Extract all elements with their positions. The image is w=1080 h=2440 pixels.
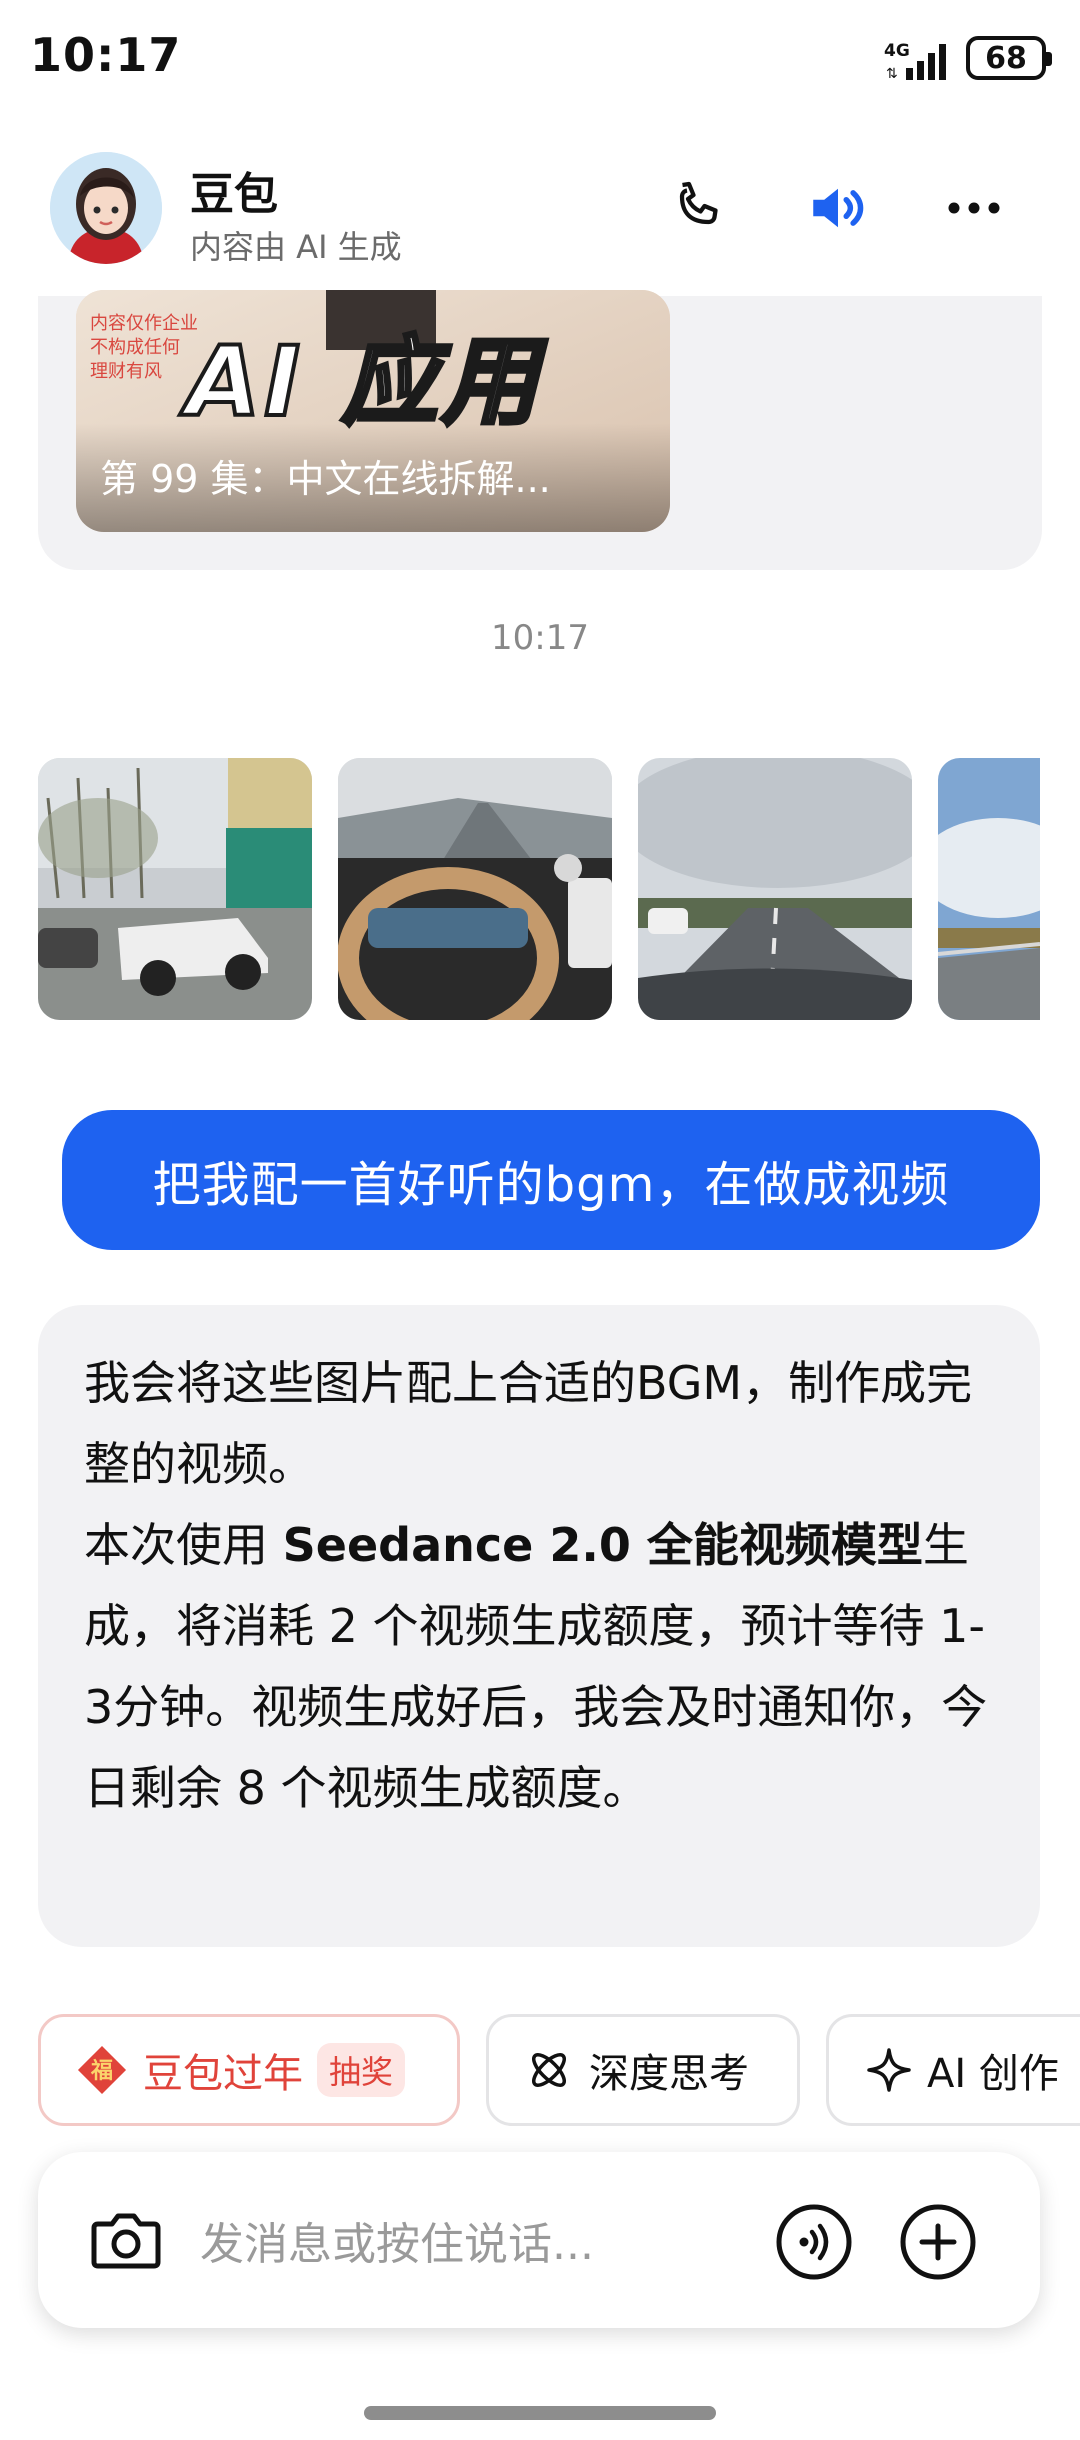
more-icon — [948, 202, 1000, 214]
chip-label: 豆包过年 — [143, 2051, 303, 2097]
plus-icon — [900, 2204, 976, 2280]
lottery-badge: 抽奖 — [317, 2043, 406, 2097]
phone-icon — [679, 181, 718, 225]
bot-message-prefix: 本次使用 — [84, 1518, 283, 1572]
battery-indicator: 68 — [966, 36, 1052, 80]
signal-icon: 4G ⇅ — [884, 38, 954, 82]
status-time: 10:17 — [30, 28, 182, 82]
atom-icon — [532, 2053, 566, 2087]
camera-button[interactable] — [86, 2200, 166, 2280]
video-disclaimer: 内容仅作企业 不构成任何 理财有风 — [90, 313, 198, 382]
chip-deep-thinking[interactable]: 深度思考 — [486, 2014, 800, 2126]
photo-thumbnail[interactable] — [338, 758, 612, 1020]
photo-car-interior — [338, 758, 612, 1020]
bot-message-bubble: 我会将这些图片配上合适的BGM，制作成完整的视频。 本次使用 Seedance … — [38, 1305, 1040, 1947]
video-caption: 第 99 集：中文在线拆解... — [100, 457, 551, 501]
phone-call-button[interactable] — [656, 168, 736, 248]
message-timestamp: 10:17 — [491, 618, 589, 658]
photo-parked-cars — [38, 758, 312, 1020]
user-message-bubble: 把我配一首好听的bgm，在做成视频 — [62, 1110, 1040, 1250]
photo-thumbnail[interactable] — [638, 758, 912, 1020]
chat-header — [0, 130, 1080, 290]
photo-thumbnail[interactable] — [938, 758, 1040, 1020]
add-attachment-button[interactable] — [898, 2202, 978, 2282]
photo-highway — [638, 758, 912, 1020]
chip-label: AI 创作 — [927, 2051, 1059, 2097]
camera-icon — [91, 2213, 161, 2269]
chip-label: 深度思考 — [589, 2051, 749, 2097]
bot-message-intro: 我会将这些图片配上合适的BGM，制作成完整的视频。 — [84, 1356, 973, 1491]
fu-icon: 福 — [77, 2045, 127, 2095]
chip-ai-create[interactable]: AI 创作 — [826, 2014, 1080, 2126]
chat-title: 豆包 — [190, 169, 278, 220]
message-input[interactable]: 发消息或按住说话... — [200, 2208, 594, 2272]
more-options-button[interactable] — [934, 168, 1014, 248]
chat-subtitle: 内容由 AI 生成 — [190, 228, 402, 266]
speaker-icon — [813, 188, 864, 228]
sparkle-icon — [867, 2048, 911, 2092]
svg-text:福: 福 — [90, 2059, 113, 2084]
chip-doubao-new-year[interactable]: 福 豆包过年 抽奖 — [38, 2014, 460, 2126]
video-overlay-title: AI 应用 — [184, 324, 542, 440]
speaker-button[interactable] — [798, 168, 878, 248]
video-card[interactable]: 内容仅作企业 不构成任何 理财有风 AI 应用 第 99 集：中文在线拆解... — [76, 290, 670, 532]
svg-text:⇅: ⇅ — [886, 66, 898, 82]
photo-thumbnail[interactable] — [38, 758, 312, 1020]
home-indicator[interactable] — [364, 2406, 716, 2420]
photo-sky — [938, 758, 1040, 1020]
voice-button[interactable] — [774, 2202, 854, 2282]
avatar[interactable] — [50, 152, 162, 264]
bot-message-model: Seedance 2.0 全能视频模型 — [282, 1518, 923, 1572]
network-label: 4G — [884, 41, 910, 61]
voice-wave-icon — [776, 2204, 852, 2280]
